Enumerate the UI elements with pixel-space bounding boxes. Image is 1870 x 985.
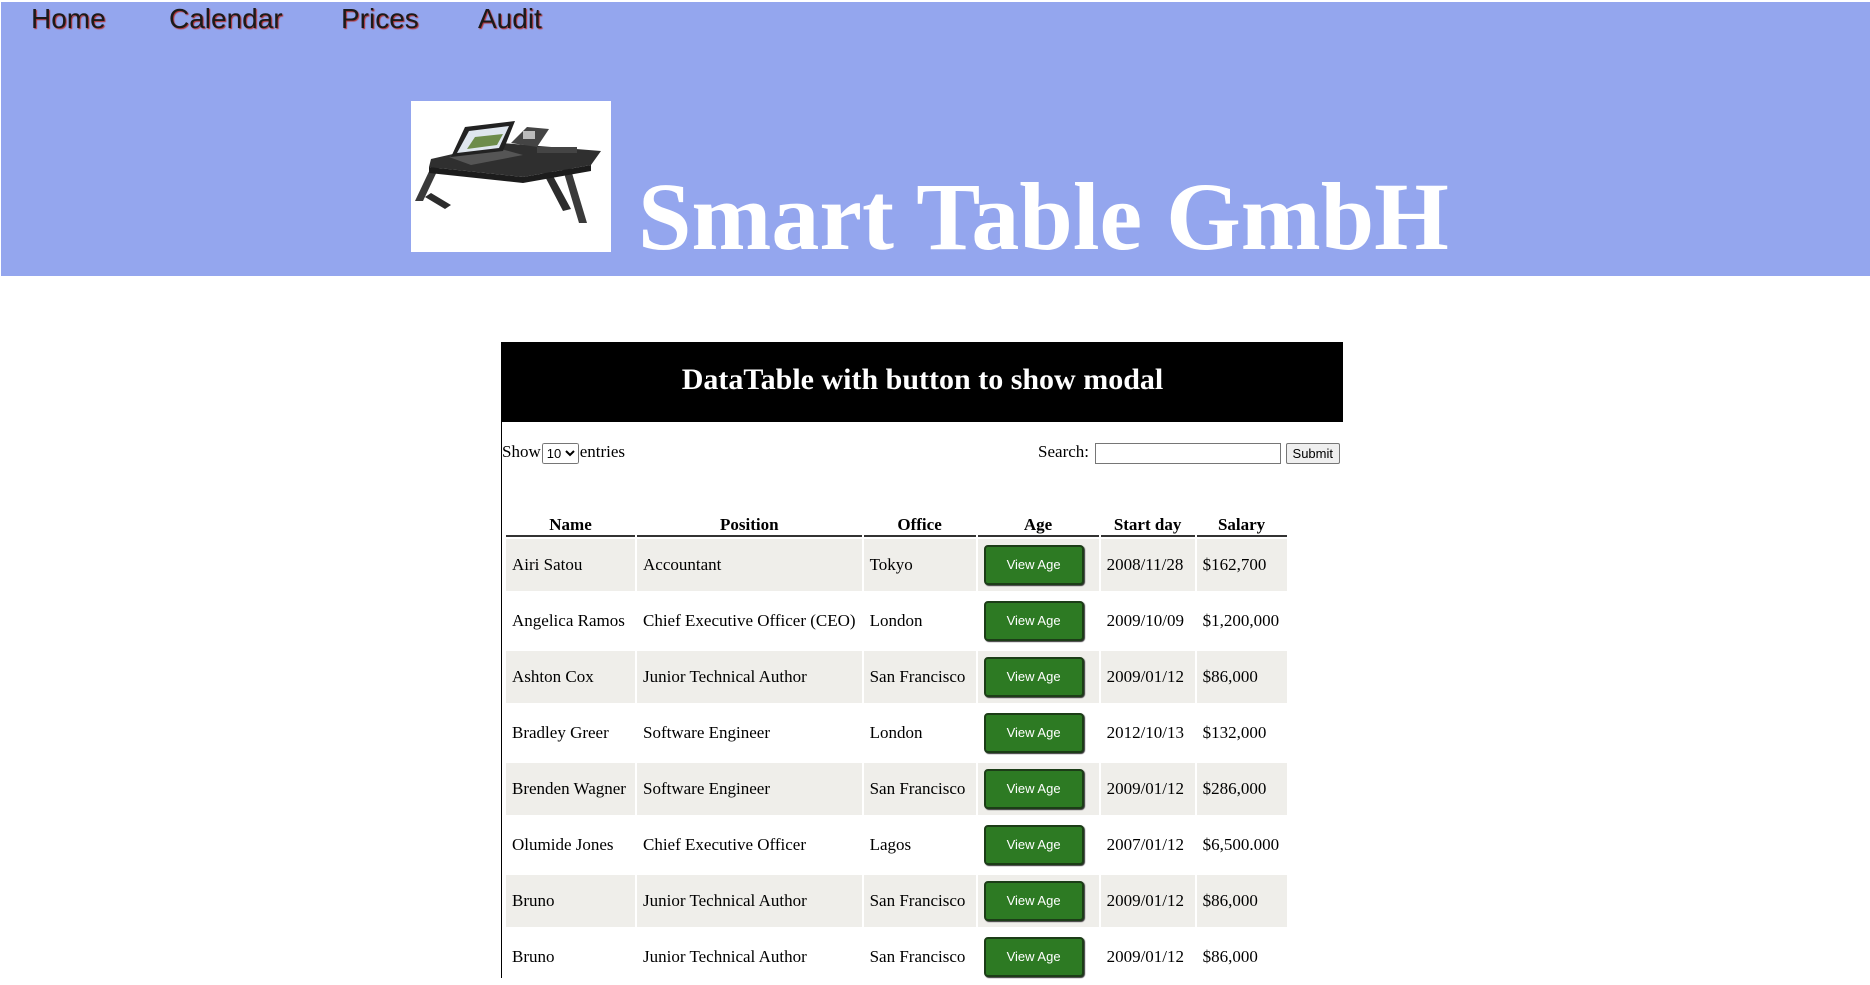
logo-image xyxy=(411,101,611,252)
cell-name: Bruno xyxy=(506,873,635,929)
table-row: Bradley Greer Software Engineer London V… xyxy=(506,705,1287,761)
cell-office: San Francisco xyxy=(863,929,976,985)
search-input[interactable] xyxy=(1095,442,1282,464)
cell-salary: $162,700 xyxy=(1196,537,1287,593)
table-row: Bruno Junior Technical Author San Franci… xyxy=(506,873,1287,929)
submit-button[interactable]: Submit xyxy=(1285,442,1340,464)
cell-salary: $286,000 xyxy=(1196,761,1287,817)
table-row: Bruno Junior Technical Author San Franci… xyxy=(506,929,1287,985)
cell-age: View Age xyxy=(977,593,1099,649)
column-header-salary[interactable]: Salary xyxy=(1196,512,1287,537)
cell-office: London xyxy=(863,593,976,649)
search-control: Search: Submit xyxy=(1038,442,1340,464)
cell-salary: $86,000 xyxy=(1196,929,1287,985)
view-age-button[interactable]: View Age xyxy=(983,657,1084,697)
nav-audit-link[interactable]: Audit xyxy=(478,2,542,36)
cell-position: Software Engineer xyxy=(637,761,862,817)
cell-name: Brenden Wagner xyxy=(506,761,635,817)
cell-position: Software Engineer xyxy=(637,705,862,761)
cell-office: San Francisco xyxy=(863,873,976,929)
cell-salary: $1,200,000 xyxy=(1196,593,1287,649)
table-row: Ashton Cox Junior Technical Author San F… xyxy=(506,649,1287,705)
cell-salary: $132,000 xyxy=(1196,705,1287,761)
data-table: Name Position Office Age Start day Salar… xyxy=(504,512,1289,985)
cell-name: Airi Satou xyxy=(506,537,635,593)
search-label: Search: xyxy=(1038,442,1090,461)
view-age-button[interactable]: View Age xyxy=(983,881,1084,921)
cell-start-day: 2009/01/12 xyxy=(1100,649,1195,705)
view-age-button[interactable]: View Age xyxy=(983,601,1084,641)
cell-position: Chief Executive Officer (CEO) xyxy=(637,593,862,649)
column-header-start-day[interactable]: Start day xyxy=(1100,512,1195,537)
view-age-button[interactable]: View Age xyxy=(983,713,1084,753)
cell-name: Olumide Jones xyxy=(506,817,635,873)
cell-position: Chief Executive Officer xyxy=(637,817,862,873)
cell-age: View Age xyxy=(977,817,1099,873)
page-size-control: Show 10 entries xyxy=(502,442,625,464)
cell-start-day: 2008/11/28 xyxy=(1100,537,1195,593)
table-row: Brenden Wagner Software Engineer San Fra… xyxy=(506,761,1287,817)
cell-age: View Age xyxy=(977,929,1099,985)
cell-position: Junior Technical Author xyxy=(637,929,862,985)
cell-office: San Francisco xyxy=(863,649,976,705)
table-row: Olumide Jones Chief Executive Officer La… xyxy=(506,817,1287,873)
cell-age: View Age xyxy=(977,537,1099,593)
cell-start-day: 2009/01/12 xyxy=(1100,761,1195,817)
cell-start-day: 2007/01/12 xyxy=(1100,817,1195,873)
smart-table-icon xyxy=(415,121,601,223)
cell-salary: $86,000 xyxy=(1196,873,1287,929)
cell-name: Bruno xyxy=(506,929,635,985)
cell-position: Junior Technical Author xyxy=(637,649,862,705)
cell-salary: $6,500.000 xyxy=(1196,817,1287,873)
site-header: Home Calendar Prices Audit Smart Table G… xyxy=(1,2,1870,276)
cell-position: Accountant xyxy=(637,537,862,593)
cell-start-day: 2009/10/09 xyxy=(1100,593,1195,649)
cell-start-day: 2009/01/12 xyxy=(1100,929,1195,985)
cell-office: Lagos xyxy=(863,817,976,873)
column-header-age[interactable]: Age xyxy=(977,512,1099,537)
page-size-select[interactable]: 10 xyxy=(541,442,579,464)
column-header-office[interactable]: Office xyxy=(863,512,976,537)
view-age-button[interactable]: View Age xyxy=(983,937,1084,977)
table-header-row: Name Position Office Age Start day Salar… xyxy=(506,512,1287,537)
column-header-name[interactable]: Name xyxy=(506,512,635,537)
view-age-button[interactable]: View Age xyxy=(983,825,1084,865)
view-age-button[interactable]: View Age xyxy=(983,769,1084,809)
cell-name: Ashton Cox xyxy=(506,649,635,705)
cell-age: View Age xyxy=(977,761,1099,817)
nav-calendar-link[interactable]: Calendar xyxy=(169,2,283,36)
show-label: Show xyxy=(502,442,541,461)
column-header-position[interactable]: Position xyxy=(637,512,862,537)
cell-age: View Age xyxy=(977,705,1099,761)
cell-name: Bradley Greer xyxy=(506,705,635,761)
table-row: Angelica Ramos Chief Executive Officer (… xyxy=(506,593,1287,649)
cell-start-day: 2009/01/12 xyxy=(1100,873,1195,929)
cell-position: Junior Technical Author xyxy=(637,873,862,929)
datatable-panel: DataTable with button to show modal Show… xyxy=(501,342,1344,985)
panel-heading: DataTable with button to show modal xyxy=(502,342,1343,422)
view-age-button[interactable]: View Age xyxy=(983,545,1084,585)
cell-salary: $86,000 xyxy=(1196,649,1287,705)
nav-home-link[interactable]: Home xyxy=(31,2,106,36)
brand-title: Smart Table GmbH xyxy=(638,163,1449,270)
cell-office: Tokyo xyxy=(863,537,976,593)
entries-label: entries xyxy=(579,442,626,461)
cell-office: London xyxy=(863,705,976,761)
nav-prices-link[interactable]: Prices xyxy=(341,2,419,36)
cell-office: San Francisco xyxy=(863,761,976,817)
table-row: Airi Satou Accountant Tokyo View Age 200… xyxy=(506,537,1287,593)
cell-start-day: 2012/10/13 xyxy=(1100,705,1195,761)
cell-name: Angelica Ramos xyxy=(506,593,635,649)
cell-age: View Age xyxy=(977,873,1099,929)
cell-age: View Age xyxy=(977,649,1099,705)
